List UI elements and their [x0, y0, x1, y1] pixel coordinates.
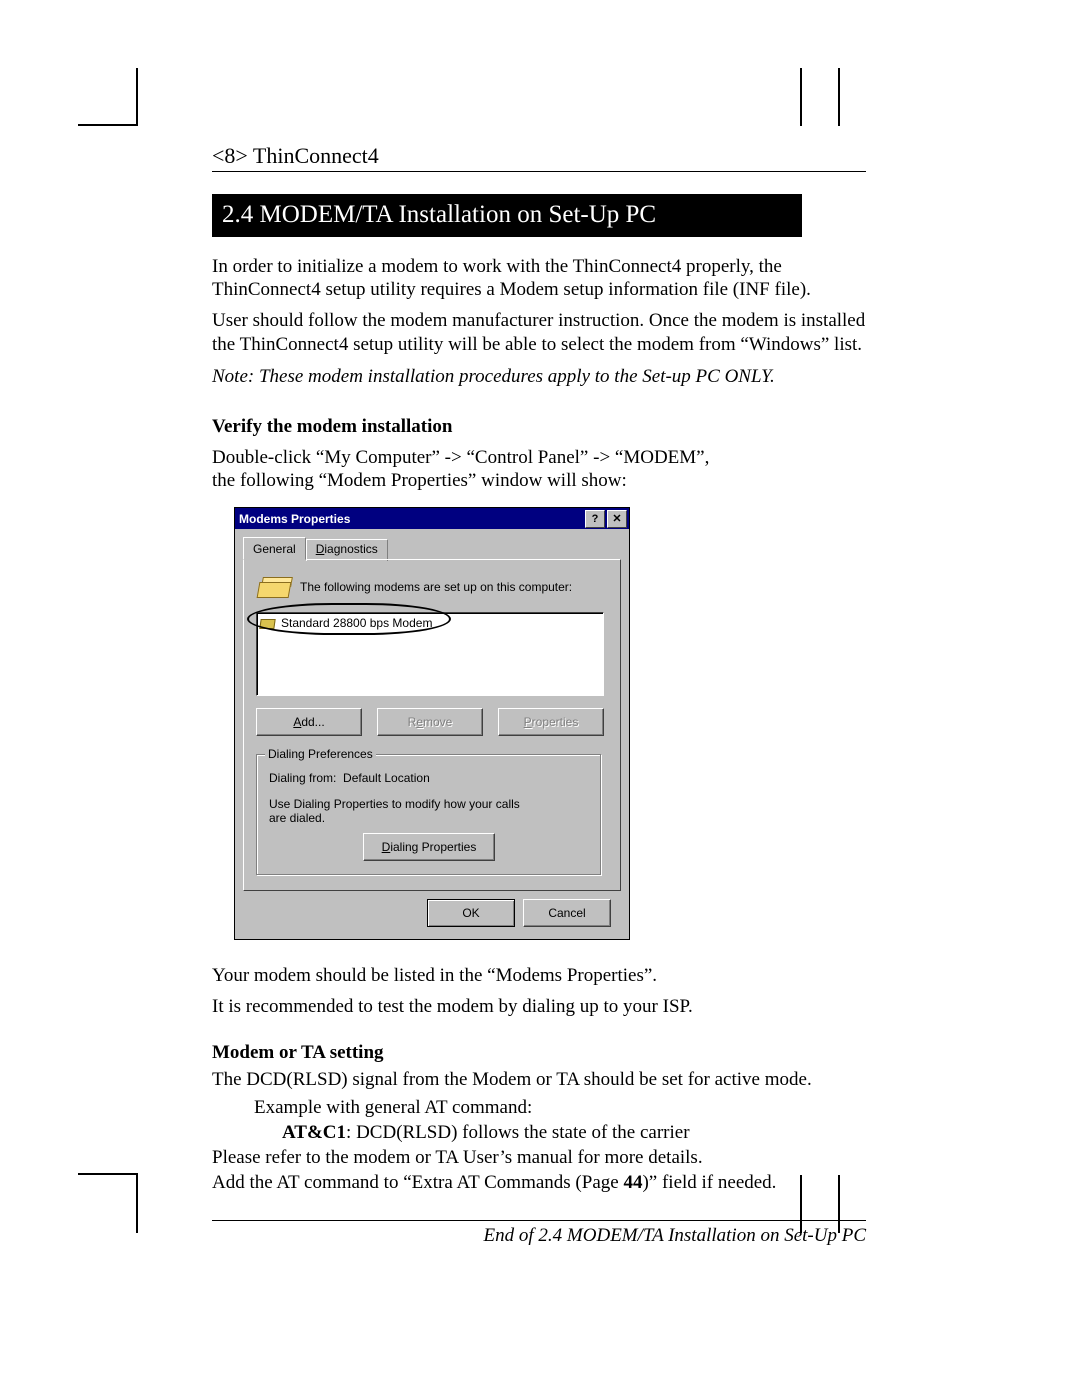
- section-title-bar: 2.4 MODEM/TA Installation on Set-Up PC: [212, 194, 802, 237]
- dialog-tabs: General Diagnostics: [243, 535, 621, 559]
- close-icon: ✕: [612, 512, 621, 525]
- dialing-properties-button[interactable]: Dialing PropertiesDialing Properties: [363, 833, 495, 861]
- verify-line-1: Double-click “My Computer” -> “Control P…: [212, 446, 866, 469]
- ok-button[interactable]: OK: [427, 899, 515, 927]
- group-legend: Dialing Preferences: [265, 747, 376, 761]
- tab-diagnostics[interactable]: Diagnostics: [306, 539, 388, 561]
- section-footer-text: End of 2.4 MODEM/TA Installation on Set-…: [484, 1225, 866, 1246]
- properties-button: PropertiesProperties: [498, 708, 604, 736]
- dialog-titlebar: Modems Properties ? ✕: [235, 508, 629, 529]
- modems-properties-dialog: Modems Properties ? ✕ General Diagnostic…: [234, 507, 630, 940]
- dialog-help-button[interactable]: ?: [585, 510, 605, 528]
- intro-note: Note: These modem installation procedure…: [212, 366, 866, 388]
- dialing-preferences-group: Dialing Preferences Dialing from: Defaul…: [256, 754, 602, 876]
- section-title-text: 2.4 MODEM/TA Installation on Set-Up PC: [222, 201, 656, 228]
- at-command-bold: AT&C1: [282, 1122, 346, 1143]
- dialing-from-line: Dialing from: Default Location: [269, 771, 589, 785]
- page-header-text: <8> ThinConnect4: [212, 143, 379, 168]
- modemta-p2: Please refer to the modem or TA User’s m…: [212, 1146, 866, 1169]
- help-icon: ?: [592, 513, 599, 525]
- after-dialog-p2: It is recommended to test the modem by d…: [212, 995, 866, 1018]
- page-header: <8> ThinConnect4: [212, 143, 866, 172]
- modemta-example-label: Example with general AT command:: [254, 1096, 866, 1119]
- dialog-button-row: Add...Add... RemoveRemove PropertiesProp…: [256, 708, 604, 736]
- modemta-command-line: AT&C1: DCD(RLSD) follows the state of th…: [282, 1121, 866, 1144]
- intro-paragraph-2: User should follow the modem manufacture…: [212, 309, 866, 355]
- section-footer: End of 2.4 MODEM/TA Installation on Set-…: [212, 1220, 866, 1247]
- dialing-help-text: Use Dialing Properties to modify how you…: [269, 797, 529, 825]
- modem-listbox[interactable]: Standard 28800 bps Modem: [256, 612, 604, 696]
- at-command-desc: : DCD(RLSD) follows the state of the car…: [346, 1122, 690, 1143]
- add-button[interactable]: Add...Add...: [256, 708, 362, 736]
- cancel-button[interactable]: Cancel: [523, 899, 611, 927]
- modemta-heading: Modem or TA setting: [212, 1042, 866, 1064]
- tab-panel-general: The following modems are set up on this …: [243, 559, 621, 891]
- dialog-close-button[interactable]: ✕: [607, 510, 627, 528]
- tab-general[interactable]: General: [243, 537, 306, 560]
- modemta-p3: Add the AT command to “Extra AT Commands…: [212, 1171, 866, 1194]
- remove-button: RemoveRemove: [377, 708, 483, 736]
- dialog-bottom-buttons: OK Cancel: [243, 891, 621, 927]
- verify-heading: Verify the modem installation: [212, 416, 866, 438]
- modem-icon: [256, 574, 290, 600]
- modemta-p1: The DCD(RLSD) signal from the Modem or T…: [212, 1068, 866, 1091]
- dialog-info-text: The following modems are set up on this …: [300, 574, 572, 594]
- intro-paragraph-1: In order to initialize a modem to work w…: [212, 255, 866, 301]
- list-item[interactable]: Standard 28800 bps Modem: [259, 615, 601, 631]
- dialog-title: Modems Properties: [239, 512, 350, 526]
- modem-item-label: Standard 28800 bps Modem: [281, 616, 432, 630]
- after-dialog-p1: Your modem should be listed in the “Mode…: [212, 964, 866, 987]
- verify-line-2: the following “Modem Properties” window …: [212, 469, 866, 492]
- modem-item-icon: [259, 616, 275, 630]
